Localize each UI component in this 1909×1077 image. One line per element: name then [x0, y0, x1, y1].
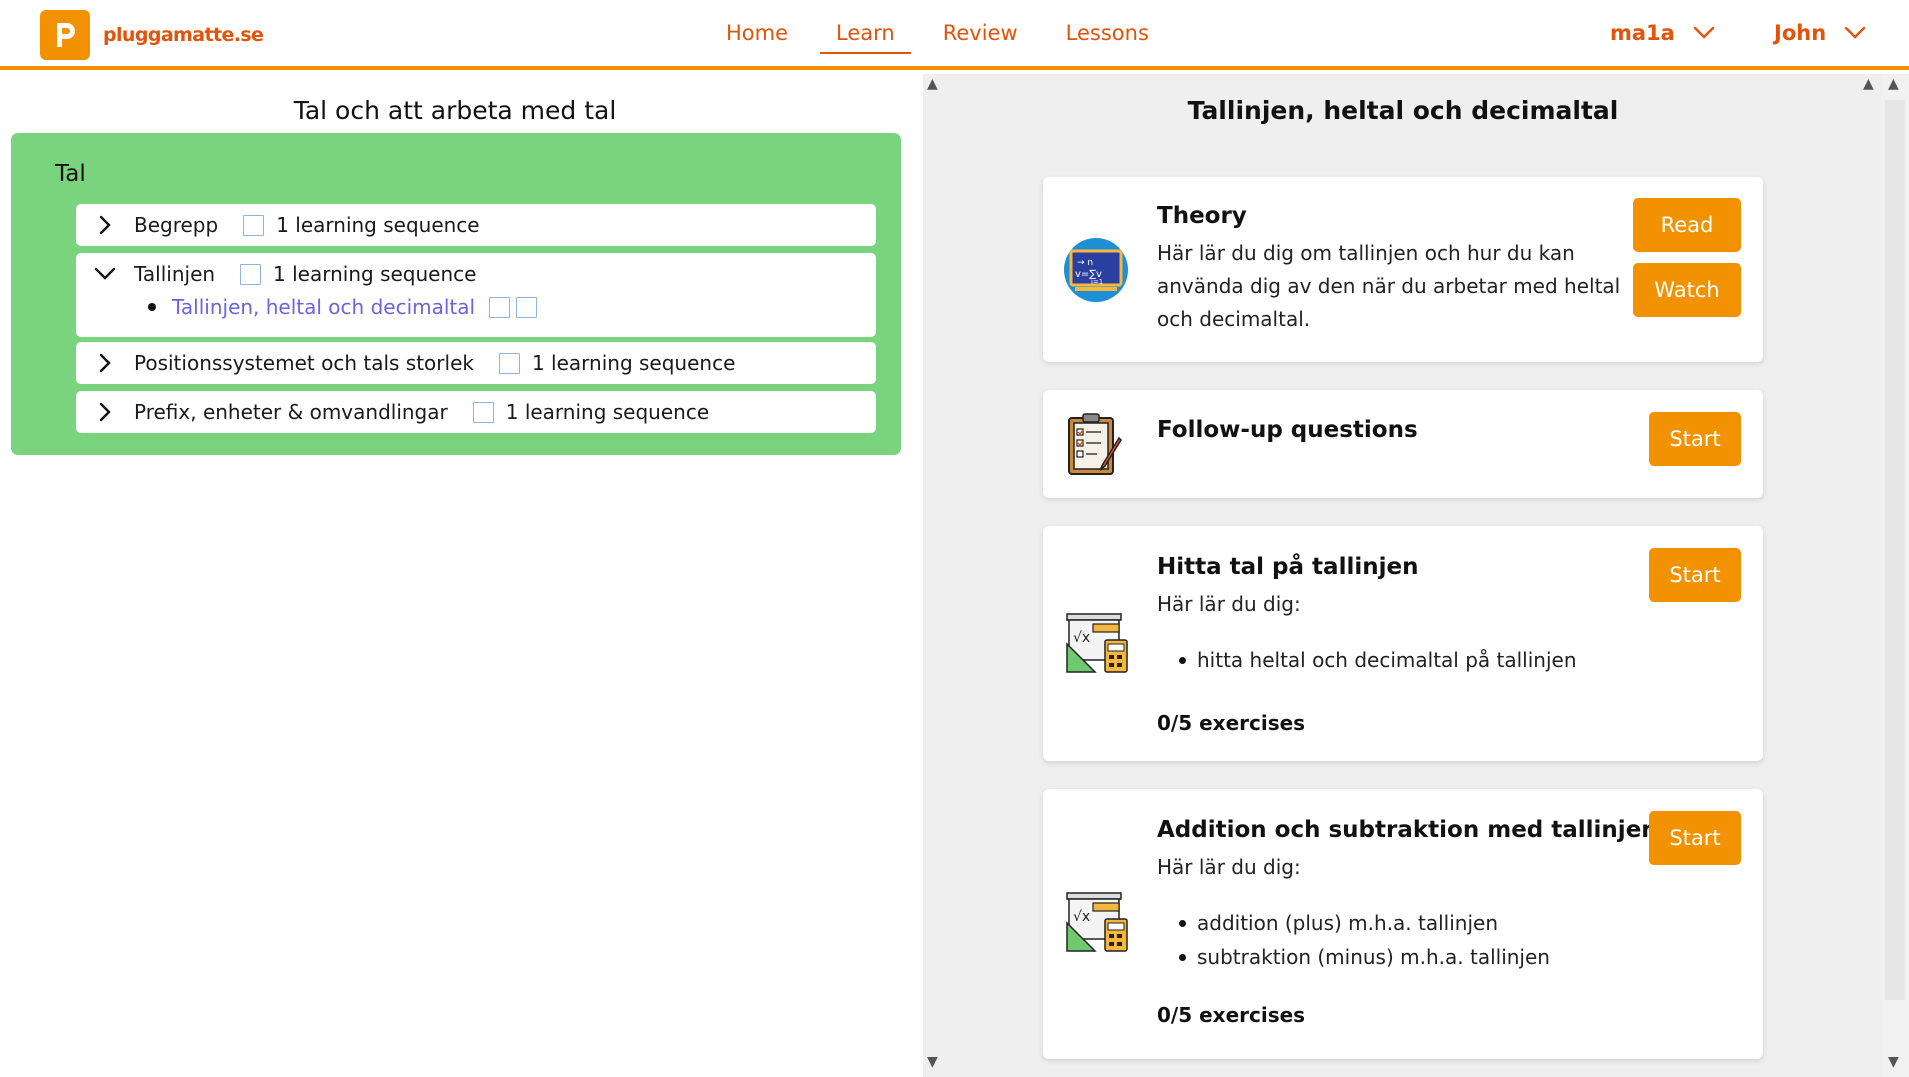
exercise-progress: 0/5 exercises	[1157, 1003, 1306, 1027]
scroll-up-icon[interactable]: ▲	[1888, 76, 1899, 92]
clipboard-checklist-icon	[1068, 413, 1122, 475]
logo[interactable]: pluggamatte.se	[40, 10, 264, 60]
logo-badge-icon	[40, 10, 90, 60]
checkbox[interactable]	[472, 401, 494, 423]
section-row-prefix[interactable]: Prefix, enheter & omvandlingar 1 learnin…	[76, 391, 876, 433]
section-label: Prefix, enheter & omvandlingar	[134, 400, 448, 424]
list-item: subtraktion (minus) m.h.a. tallinjen	[1179, 940, 1550, 974]
nav-review[interactable]: Review	[919, 0, 1042, 66]
checkbox[interactable]	[498, 352, 520, 374]
sequence-count: 1 learning sequence	[531, 351, 736, 375]
theory-card: → n v=∑v i=1 Theory Här lär du dig om ta…	[1043, 177, 1763, 362]
sequence-count: 1 learning sequence	[273, 262, 477, 286]
sequence-count: 1 learning sequence	[505, 400, 710, 424]
follow-up-card: Follow-up questions Start	[1043, 390, 1763, 498]
logo-text: pluggamatte.se	[103, 24, 264, 46]
exercise-card-addition-subtraktion: √x Addition och subtraktion med tallinje…	[1043, 789, 1763, 1059]
watch-button[interactable]: Watch	[1633, 263, 1741, 317]
lesson-title: Tallinjen, heltal och decimaltal	[1187, 96, 1619, 125]
section-row-positionssystemet[interactable]: Positionssystemet och tals storlek 1 lea…	[76, 342, 876, 384]
chevron-down-icon	[1693, 26, 1715, 39]
main-nav: Home Learn Review Lessons	[702, 0, 1173, 66]
lesson-detail-panel: ▲ ▼ ▲ ▲ ▼ Tallinjen, heltal och decimalt…	[923, 74, 1909, 1077]
scroll-up-icon[interactable]: ▲	[927, 76, 938, 92]
scrollbar-thumb[interactable]	[1885, 100, 1905, 1000]
card-intro: Här lär du dig:	[1157, 592, 1301, 616]
nav-learn[interactable]: Learn	[812, 0, 919, 66]
checkbox[interactable]	[489, 296, 511, 318]
card-title: Addition och subtraktion med tallinjen	[1157, 817, 1658, 843]
list-item: addition (plus) m.h.a. tallinjen	[1179, 906, 1550, 940]
math-tools-icon: √x	[1066, 613, 1128, 673]
svg-text:→ n: → n	[1077, 258, 1093, 268]
section-row-tallinjen[interactable]: Tallinjen 1 learning sequence Tallinjen,…	[76, 253, 876, 337]
checkbox[interactable]	[243, 214, 265, 236]
lesson-list-item: Tallinjen, heltal och decimaltal	[148, 295, 538, 319]
topic-card: Tal Begrepp 1 learning sequence Tallinje…	[11, 133, 901, 455]
blackboard-formula-icon: → n v=∑v i=1	[1064, 238, 1128, 302]
top-header: pluggamatte.se Home Learn Review Lessons…	[0, 0, 1909, 70]
section-row-begrepp[interactable]: Begrepp 1 learning sequence	[76, 204, 876, 246]
chevron-down-icon[interactable]	[76, 267, 134, 281]
section-label: Begrepp	[134, 213, 219, 237]
chevron-right-icon[interactable]	[76, 215, 134, 235]
card-title: Hitta tal på tallinjen	[1157, 554, 1419, 580]
read-button[interactable]: Read	[1633, 198, 1741, 252]
start-button[interactable]: Start	[1649, 548, 1741, 602]
start-button[interactable]: Start	[1649, 811, 1741, 865]
user-menu[interactable]: John	[1774, 0, 1866, 66]
chevron-right-icon[interactable]	[76, 402, 134, 422]
scroll-up-icon[interactable]: ▲	[1863, 76, 1874, 92]
section-label: Tallinjen	[134, 262, 216, 286]
chevron-down-icon	[1844, 26, 1866, 39]
card-title: Theory	[1157, 203, 1247, 229]
course-selector[interactable]: ma1a	[1610, 0, 1715, 66]
course-selector-label: ma1a	[1610, 21, 1675, 45]
card-description: Här lär du dig om tallinjen och hur du k…	[1157, 241, 1621, 331]
section-label: Positionssystemet och tals storlek	[134, 351, 474, 375]
learning-goals-list: hitta heltal och decimaltal på tallinjen	[1179, 643, 1577, 677]
checkbox[interactable]	[240, 263, 262, 285]
svg-text:√x: √x	[1073, 909, 1090, 925]
svg-text:√x: √x	[1073, 630, 1090, 646]
chevron-right-icon[interactable]	[76, 353, 134, 373]
user-menu-label: John	[1774, 21, 1827, 45]
chapter-title: Tal och att arbeta med tal	[293, 96, 617, 125]
card-intro: Här lär du dig:	[1157, 855, 1301, 879]
list-item: hitta heltal och decimaltal på tallinjen	[1179, 643, 1577, 677]
checkbox[interactable]	[516, 296, 538, 318]
lesson-link[interactable]: Tallinjen, heltal och decimaltal	[172, 295, 475, 319]
topic-title: Tal	[55, 161, 86, 187]
card-title: Follow-up questions	[1157, 417, 1418, 443]
bullet	[148, 303, 156, 311]
scroll-down-icon[interactable]: ▼	[1888, 1054, 1899, 1070]
start-button[interactable]: Start	[1649, 412, 1741, 466]
exercise-card-hitta-tal: √x Hitta tal på tallinjen Här lär du dig…	[1043, 526, 1763, 761]
scroll-down-icon[interactable]: ▼	[927, 1054, 938, 1070]
math-tools-icon: √x	[1066, 892, 1128, 952]
learning-goals-list: addition (plus) m.h.a. tallinjen subtrak…	[1179, 906, 1550, 974]
topic-tree-panel: Tal och att arbeta med tal Tal Begrepp 1…	[0, 74, 923, 1077]
nav-lessons[interactable]: Lessons	[1042, 0, 1173, 66]
exercise-progress: 0/5 exercises	[1157, 711, 1306, 735]
sequence-count: 1 learning sequence	[276, 213, 480, 237]
svg-text:i=1: i=1	[1091, 278, 1103, 286]
nav-home[interactable]: Home	[702, 0, 812, 66]
